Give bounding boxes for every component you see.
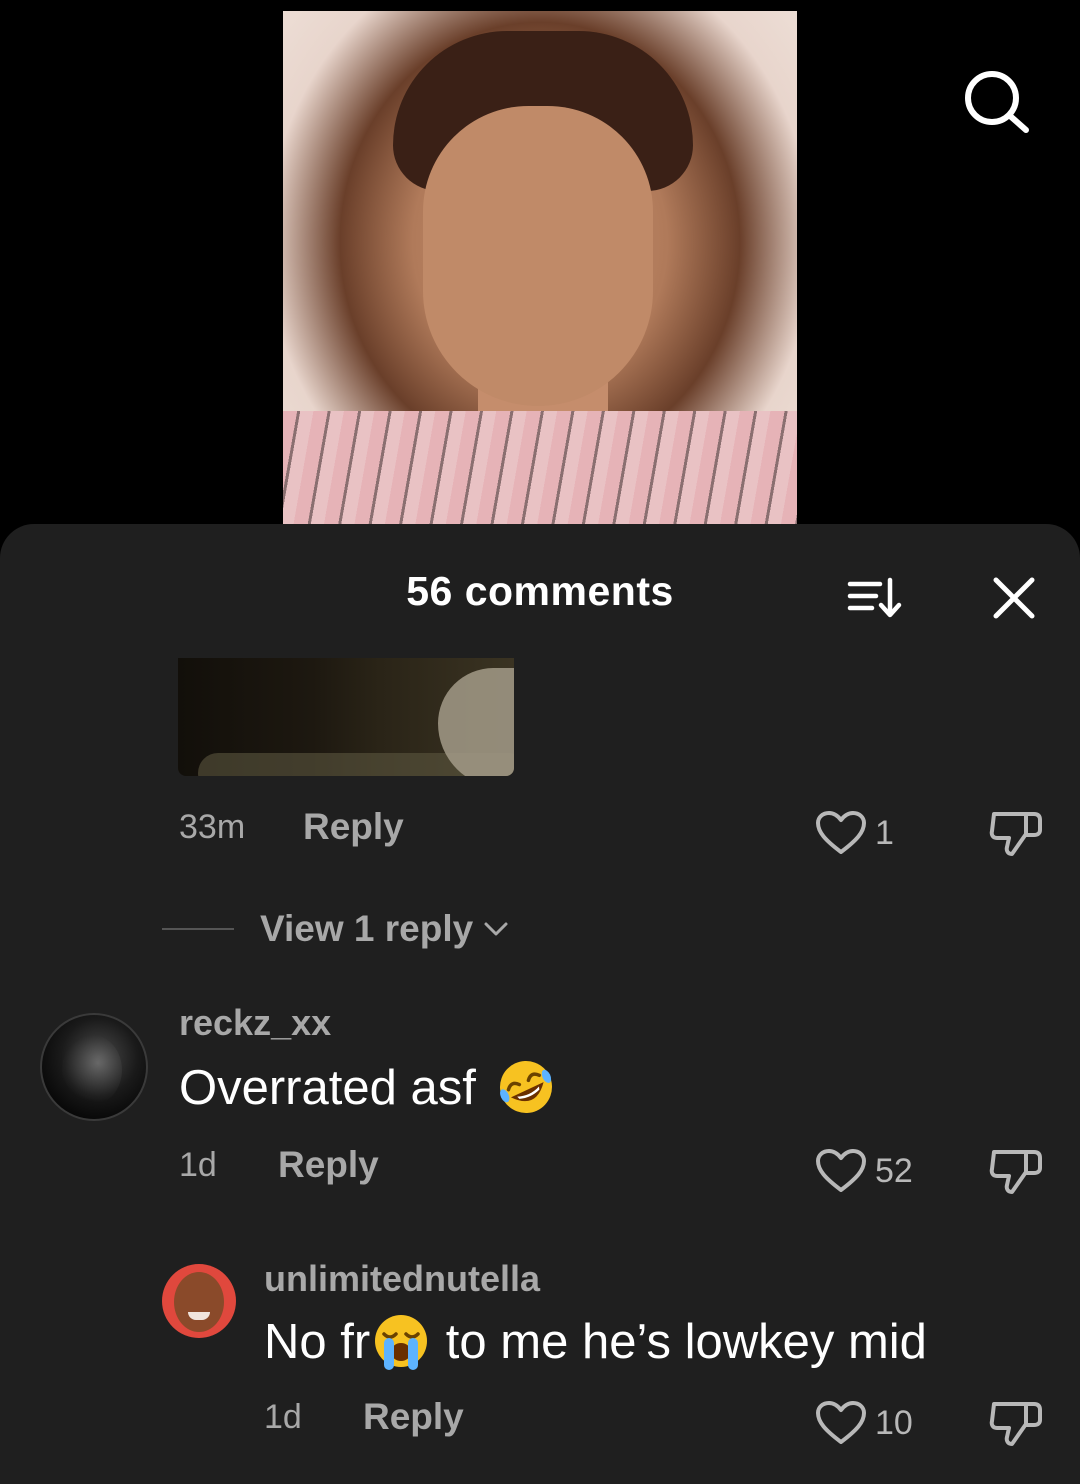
dislike-button[interactable]: [988, 1398, 1044, 1448]
heart-icon: [816, 811, 866, 854]
comment-text-body: Overrated asf: [179, 1061, 476, 1115]
comment-meta-row: 33m Reply 1: [0, 806, 1080, 858]
thumbs-down-icon: [989, 1402, 1042, 1446]
reply-thread-line: [162, 928, 234, 930]
like-count: 10: [875, 1403, 913, 1442]
like-count: 1: [875, 813, 894, 852]
like-button[interactable]: 10: [815, 1398, 913, 1448]
dislike-button[interactable]: [988, 1146, 1044, 1196]
heart-icon: [816, 1401, 866, 1444]
chevron-down-icon: [484, 922, 508, 936]
like-button[interactable]: 52: [815, 1146, 913, 1196]
close-button[interactable]: [988, 574, 1040, 624]
reply-button[interactable]: Reply: [303, 806, 404, 848]
reply-button[interactable]: Reply: [278, 1144, 379, 1186]
thumbs-down-icon: [989, 812, 1042, 856]
like-count: 52: [875, 1151, 913, 1190]
photo-face: [423, 106, 653, 406]
sort-button[interactable]: [846, 574, 906, 624]
post-photo[interactable]: [283, 11, 797, 524]
comment-meta-row: 1d Reply 10: [0, 1396, 1080, 1448]
avatar-face: [174, 1272, 224, 1332]
comment-text: No fr to me he’s lowkey mid: [264, 1314, 927, 1372]
rolling-on-floor-laughing-emoji: [500, 1061, 553, 1114]
comment-image-thumbnail[interactable]: [178, 658, 514, 776]
avatar-shade: [62, 1035, 122, 1105]
search-icon: [965, 71, 1029, 133]
close-icon: [993, 577, 1035, 619]
loudly-crying-face-emoji: [375, 1315, 428, 1371]
thumbnail-detail: [438, 668, 514, 776]
thumbs-down-icon: [989, 1150, 1042, 1194]
view-replies-button[interactable]: View 1 reply: [162, 904, 509, 954]
comment-time: 1d: [264, 1398, 302, 1436]
comment-text: Overrated asf: [179, 1060, 557, 1118]
avatar[interactable]: [162, 1264, 236, 1338]
comment-time: 33m: [179, 808, 246, 846]
avatar[interactable]: [40, 1013, 148, 1121]
heart-icon: [816, 1149, 866, 1192]
comment-text-body: to me he’s lowkey mid: [432, 1315, 927, 1369]
sort-icon: [847, 577, 902, 618]
search-button[interactable]: [960, 70, 1032, 134]
comments-sheet: 56 comments 33m Reply 1 View 1 reply rec…: [0, 524, 1080, 1484]
comment-meta-row: 1d Reply 52: [0, 1144, 1080, 1196]
video-area: [0, 0, 1080, 540]
comment-username[interactable]: unlimitednutella: [264, 1258, 540, 1300]
comment-username[interactable]: reckz_xx: [179, 1002, 331, 1044]
photo-shirt: [283, 411, 797, 524]
view-replies-label: View 1 reply: [260, 908, 474, 949]
comments-count-title: 56 comments: [406, 568, 674, 614]
like-button[interactable]: 1: [815, 808, 894, 858]
reply-button[interactable]: Reply: [363, 1396, 464, 1438]
comment-time: 1d: [179, 1146, 217, 1184]
dislike-button[interactable]: [988, 808, 1044, 858]
comment-text-body: No fr: [264, 1315, 371, 1369]
